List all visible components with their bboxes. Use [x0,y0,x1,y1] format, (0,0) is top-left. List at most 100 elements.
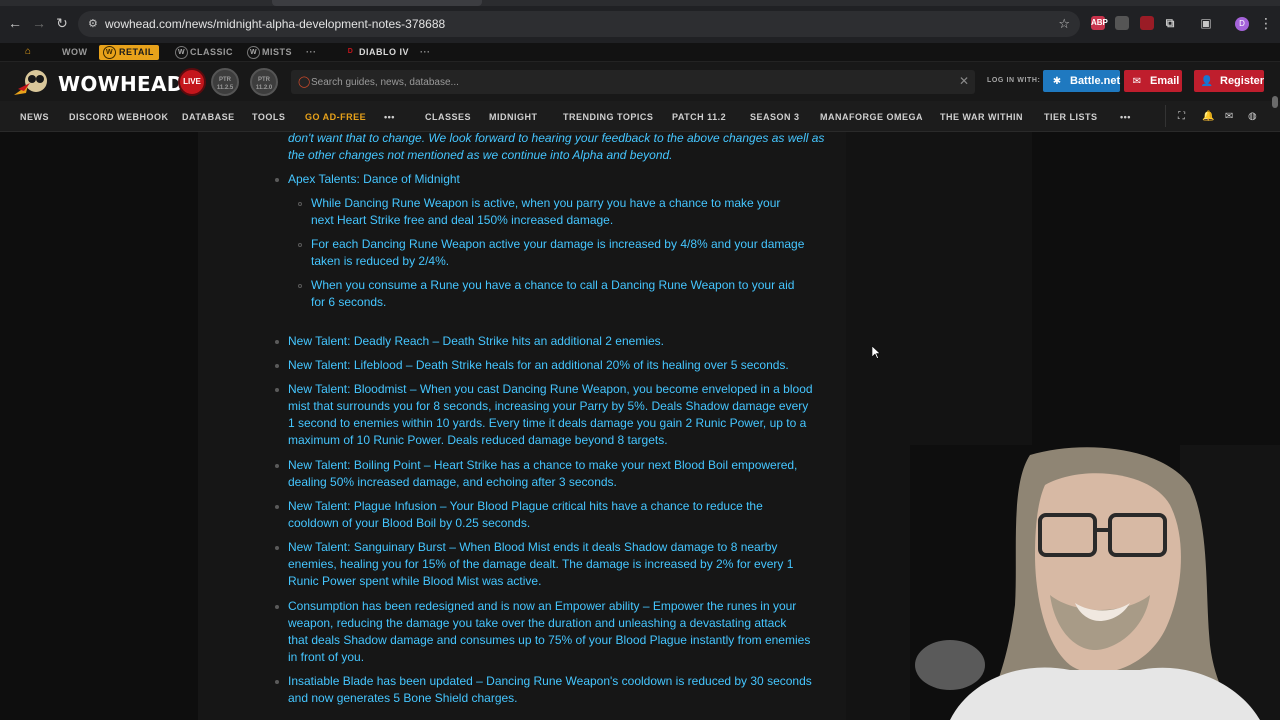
nav-season-3[interactable]: SEASON 3 [750,112,800,122]
nav-trending-topics[interactable]: TRENDING TOPICS [563,112,653,122]
bookmark-star-icon[interactable]: ☆ [1058,16,1070,32]
search-icon: ◯ [298,76,311,88]
item-5-line-1: New Talent: Plague Infusion – Your Blood… [288,499,763,513]
bullet [275,680,279,684]
puzzle-icon[interactable]: ⧉ [1163,16,1177,30]
search-box: ◯ ✕ [291,70,975,94]
register-label: Register [1220,75,1265,87]
main-nav: NEWS DISCORD WEBHOOK DATABASE TOOLS GO A… [0,101,1280,132]
globe-icon[interactable]: ◍ [1248,111,1257,122]
apex-item-3-line-2: for 6 seconds. [311,295,387,309]
ptr-badge-2[interactable]: PTR 11.2.0 [250,68,278,96]
nav-database[interactable]: DATABASE [182,112,235,122]
sub-bullet [298,284,302,288]
mists-logo-icon: W [247,46,260,59]
item-6-line-2: enemies, healing you for 15% of the dama… [288,557,794,571]
wow-logo-icon: W [103,46,116,59]
mail-icon[interactable]: ✉ [1225,111,1233,122]
game-more[interactable]: ··· [306,45,317,60]
reload-icon[interactable]: ↻ [54,15,70,31]
nav-tier-lists[interactable]: TIER LISTS [1044,112,1098,122]
classic-logo-icon: W [175,46,188,59]
nav-more-1[interactable]: ••• [384,112,395,122]
tab-strip [0,0,1280,6]
game-retail[interactable]: W RETAIL [99,45,159,60]
extension-record-icon[interactable] [1140,16,1154,30]
apex-item-1-line-2: next Heart Strike free and deal 150% inc… [311,213,614,227]
item-4-line-2: dealing 50% increased damage, and echoin… [288,475,617,489]
game-retail-label: RETAIL [119,47,154,57]
search-input[interactable] [311,73,931,91]
forward-icon[interactable]: → [31,15,47,31]
item-3-line-2: mist that surrounds you for 8 seconds, i… [288,399,809,413]
game-mists[interactable]: W MISTS [247,45,293,60]
nav-classes[interactable]: CLASSES [425,112,471,122]
add-user-icon: 👤 [1200,76,1214,87]
address-bar[interactable]: ⚙ wowhead.com/news/midnight-alpha-develo… [78,11,1080,37]
fullscreen-icon[interactable]: ⛶ [1178,111,1185,122]
sub-bullet [298,243,302,247]
webcam-overlay [910,445,1280,720]
item-1-line-1: New Talent: Deadly Reach – Death Strike … [288,334,664,348]
wowhead-owl-icon [14,70,47,95]
register-button[interactable]: 👤 Register [1194,70,1264,92]
nav-more-2[interactable]: ••• [1120,112,1131,122]
nav-divider [1165,105,1166,127]
nav-patch-11-2[interactable]: PATCH 11.2 [672,112,726,122]
item-7-line-3: that deals Shadow damage and consumes up… [288,633,811,647]
profile-avatar[interactable]: D [1235,17,1249,31]
extension-icon[interactable] [1115,16,1129,30]
menu-kebab-icon[interactable]: ⋮ [1258,15,1274,31]
game-wow[interactable]: WOW [62,45,88,60]
url-text[interactable]: wowhead.com/news/midnight-alpha-developm… [105,17,445,31]
bullet [275,605,279,609]
ptr-badge-1[interactable]: PTR 11.2.5 [211,68,239,96]
item-5-line-2: cooldown of your Blood Boil by 0.25 seco… [288,516,531,530]
game-mists-label: MISTS [262,47,293,57]
battlenet-icon: ✱ [1052,76,1062,87]
item-4-line-1: New Talent: Boiling Point – Heart Strike… [288,458,798,472]
site-header: WOWHEAD LIVE PTR 11.2.5 PTR 11.2.0 ◯ ✕ L… [0,62,1280,101]
bell-icon[interactable]: 🔔 [1202,111,1214,122]
game-classic[interactable]: W CLASSIC [175,45,233,60]
wowhead-logo[interactable]: WOWHEAD [12,66,183,98]
apex-heading: Apex Talents: Dance of Midnight [288,172,460,186]
item-2-line-1: New Talent: Lifeblood – Death Strike hea… [288,358,789,372]
active-tab[interactable] [272,0,482,6]
item-3-line-1: New Talent: Bloodmist – When you cast Da… [288,382,813,396]
item-7-line-4: in front of you. [288,650,365,664]
nav-discord-webhook[interactable]: DISCORD WEBHOOK [69,112,169,122]
battlenet-login-button[interactable]: ✱ Battle.net [1043,70,1120,92]
browser-chrome: ← → ↻ ⚙ wowhead.com/news/midnight-alpha-… [0,0,1280,43]
game-more-2[interactable]: ··· [420,45,431,60]
clear-search-icon[interactable]: ✕ [959,74,969,88]
nav-tools[interactable]: TOOLS [252,112,285,122]
wowhead-logo-text: WOWHEAD [58,72,184,96]
back-icon[interactable]: ← [7,15,23,31]
nav-midnight[interactable]: MIDNIGHT [489,112,538,122]
item-7-line-2: weapon, reducing the damage you take ove… [288,616,787,630]
diablo-logo-icon: D [347,48,354,55]
bullet [275,340,279,344]
intro-line-1: don't want that to change. We look forwa… [288,131,825,145]
item-7-line-1: Consumption has been redesigned and is n… [288,599,797,613]
item-6-line-1: New Talent: Sanguinary Burst – When Bloo… [288,540,778,554]
game-diablo[interactable]: D DIABLO IV [348,45,409,60]
home-icon[interactable]: ⌂ [25,46,31,57]
adblock-extension-icon[interactable]: ABP [1091,16,1108,30]
nav-go-ad-free[interactable]: GO AD-FREE [305,112,366,122]
site-info-icon[interactable]: ⚙ [88,18,100,30]
intro-line-2: the other changes not mentioned as we co… [288,148,673,162]
game-switcher-bar: ⌂ WOW W RETAIL W CLASSIC W MISTS ··· D DIABL… [0,43,1280,62]
page-scrollbar[interactable] [1272,96,1278,108]
live-badge[interactable]: LIVE [178,68,206,96]
item-6-line-3: Runic Power spent while Blood Mist was a… [288,574,542,588]
nav-the-war-within[interactable]: THE WAR WITHIN [940,112,1023,122]
sidepanel-icon[interactable]: ▣ [1199,16,1213,30]
nav-news[interactable]: NEWS [20,112,49,122]
mouse-cursor-icon [872,346,880,359]
login-label: LOG IN WITH: [987,77,1041,84]
email-login-button[interactable]: ✉ Email [1124,70,1182,92]
nav-manaforge-omega[interactable]: MANAFORGE OMEGA [820,112,923,122]
apex-item-2-line-2: taken is reduced by 2/4%. [311,254,450,268]
